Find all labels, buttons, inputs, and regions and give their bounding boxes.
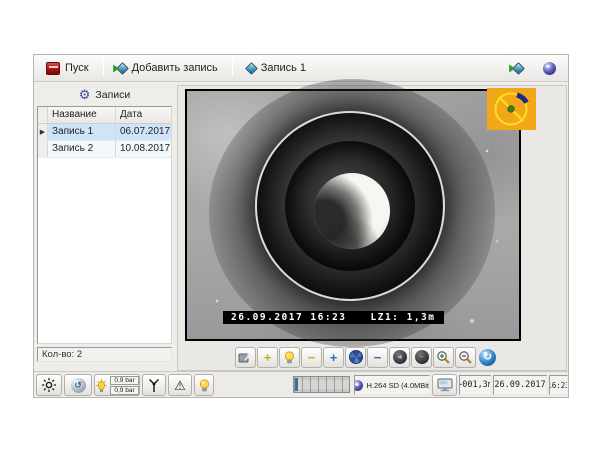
pan-stop-icon: − <box>415 350 429 364</box>
table-row[interactable]: Запись 2 10.08.2017 <box>38 141 171 158</box>
video-overlay-band: 26.09.2017 16:23 LZ1: 1,3m <box>223 311 444 324</box>
pan-left-icon: ◄ <box>393 350 407 364</box>
pressure-lamp-button[interactable]: 0,9 bar 0,9 bar <box>94 374 140 396</box>
focus-minus-button[interactable]: − <box>367 347 388 368</box>
row-marker-empty <box>38 141 48 157</box>
video-toolbar: + − + − ◄ <box>235 345 498 369</box>
film-strip-indicator <box>293 376 350 393</box>
pan-stop-button[interactable]: − <box>411 347 432 368</box>
add-record-label: Добавить запись <box>132 62 218 74</box>
camera-view: 26.09.2017 16:23 LZ1: 1,3m <box>185 89 521 341</box>
snapshot-icon <box>238 351 253 364</box>
plus-icon: + <box>264 351 272 364</box>
marker-column-header <box>38 107 48 123</box>
brightness-icon <box>41 377 57 393</box>
reset-view-icon: ↻ <box>479 349 496 366</box>
snapshot-button[interactable] <box>235 347 256 368</box>
bulb-button[interactable] <box>194 374 214 396</box>
lamp-button[interactable] <box>279 347 300 368</box>
light-plus-button[interactable]: + <box>257 347 278 368</box>
row-marker-icon: ▶ <box>38 124 48 140</box>
top-toolbar: Пуск Добавить запись Запись 1 <box>34 55 568 82</box>
video-app-icon <box>543 62 556 75</box>
pan-left-button[interactable]: ◄ <box>389 347 410 368</box>
status-bar: ↺ 0,9 bar 0,9 bar ⚠ <box>34 371 568 397</box>
plus-icon: + <box>330 351 338 364</box>
codec-icon <box>354 380 363 391</box>
codec-label: H.264 SD (4.0MBit) <box>366 381 430 390</box>
warning-button[interactable]: ⚠ <box>168 374 192 396</box>
zoom-out-button[interactable] <box>455 347 476 368</box>
minus-icon: − <box>308 351 316 364</box>
toolbar-separator <box>103 59 104 77</box>
focus-plus-button[interactable]: + <box>323 347 344 368</box>
date-readout: 26.09.2017 <box>493 375 547 395</box>
pressure-bottom-value: 0,9 bar <box>110 386 139 395</box>
camera-reset-button[interactable]: ↺ <box>64 374 92 396</box>
record-button-label: Запись 1 <box>261 62 306 74</box>
record-name: Запись 2 <box>48 141 116 157</box>
inspection-app-window: Пуск Добавить запись Запись 1 ⚙ Записи <box>33 54 569 398</box>
start-button[interactable]: Пуск <box>38 58 97 79</box>
overlay-locator: LZ1: 1,3m <box>371 312 436 323</box>
record-count-status: Кол-во: 2 <box>37 347 172 362</box>
pipe-end-shadow <box>314 173 390 249</box>
zoom-in-icon <box>436 350 451 365</box>
codec-status: H.264 SD (4.0MBit) <box>354 375 430 395</box>
add-record-button[interactable]: Добавить запись <box>110 58 226 78</box>
warning-icon: ⚠ <box>174 379 186 392</box>
film-position-marker <box>295 378 298 391</box>
roll-compass-indicator <box>487 88 536 130</box>
record-name: Запись 1 <box>48 124 116 140</box>
antenna-icon <box>147 378 161 393</box>
antenna-button[interactable] <box>142 374 166 396</box>
pressure-top-value: 0,9 bar <box>110 376 139 385</box>
table-row[interactable]: ▶ Запись 1 06.07.2017 <box>38 124 171 141</box>
time-readout: 16:23 <box>549 375 568 395</box>
monitor-button[interactable] <box>432 374 457 396</box>
record-date: 06.07.2017 <box>116 124 171 140</box>
records-panel: ⚙ Записи Название Дата ▶ Запись 1 06.07.… <box>37 85 172 362</box>
record-date: 10.08.2017 <box>116 141 171 157</box>
iris-icon <box>349 350 363 364</box>
pressure-readouts: 0,9 bar 0,9 bar <box>110 376 139 395</box>
bulb-icon <box>198 378 211 393</box>
add-record-icon <box>116 62 129 75</box>
iris-button[interactable] <box>345 347 366 368</box>
start-button-label: Пуск <box>65 62 89 74</box>
led-lamp-icon <box>95 378 108 393</box>
records-header-button[interactable]: ⚙ Записи <box>37 85 172 104</box>
toolbar-separator <box>232 59 233 77</box>
brightness-button[interactable] <box>36 374 62 396</box>
bulb-icon <box>283 350 296 365</box>
export-icon <box>512 62 525 75</box>
light-minus-button[interactable]: − <box>301 347 322 368</box>
video-app-button[interactable] <box>535 58 564 79</box>
record-icon <box>245 62 258 75</box>
gear-icon: ⚙ <box>79 88 91 101</box>
overlay-datetime: 26.09.2017 16:23 <box>231 312 347 323</box>
records-table-header: Название Дата <box>38 107 171 124</box>
date-column-header[interactable]: Дата <box>116 107 171 123</box>
zoom-out-icon <box>458 350 473 365</box>
record-button[interactable]: Запись 1 <box>239 58 314 78</box>
minus-icon: − <box>374 351 382 364</box>
app-logo-icon <box>46 62 60 75</box>
records-table: Название Дата ▶ Запись 1 06.07.2017 Запи… <box>37 106 172 344</box>
export-button[interactable] <box>506 60 531 77</box>
records-header-label: Записи <box>95 89 130 101</box>
reset-view-button[interactable]: ↻ <box>477 347 498 368</box>
monitor-icon <box>437 378 453 392</box>
zoom-in-button[interactable] <box>433 347 454 368</box>
name-column-header[interactable]: Название <box>48 107 116 123</box>
distance-readout: +001,3m <box>459 375 491 395</box>
video-panel: 26.09.2017 16:23 LZ1: 1,3m + <box>177 85 567 371</box>
camera-reset-icon: ↺ <box>71 378 86 393</box>
